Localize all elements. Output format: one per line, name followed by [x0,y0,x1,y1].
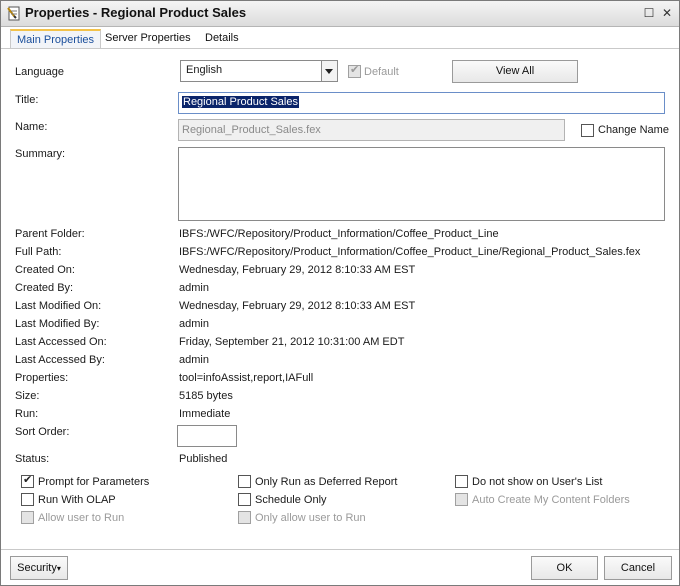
parent-folder-value: IBFS:/WFC/Repository/Product_Information… [179,228,499,240]
title-input[interactable]: Regional Product Sales [178,92,665,114]
auto-create-folders-label: Auto Create My Content Folders [472,494,630,506]
title-label: Title: [15,94,39,106]
footer-divider [1,549,679,550]
run-with-olap-label: Run With OLAP [38,494,116,506]
tab-details[interactable]: Details [199,29,245,47]
do-not-show-label: Do not show on User's List [472,476,603,488]
properties-value: tool=infoAssist,report,IAFull [179,372,314,384]
size-value: 5185 bytes [179,390,233,402]
dialog-title: Properties - Regional Product Sales [25,5,247,20]
status-label: Status: [15,453,50,465]
cancel-button[interactable]: Cancel [604,556,672,580]
created-on-value: Wednesday, February 29, 2012 8:10:33 AM … [179,264,416,276]
ok-button[interactable]: OK [531,556,598,580]
run-label: Run: [15,408,39,420]
name-input: Regional_Product_Sales.fex [178,119,565,141]
schedule-only-label: Schedule Only [255,494,327,506]
last-accessed-on-label: Last Accessed On: [15,336,107,348]
only-allow-user-to-run-label: Only allow user to Run [255,512,366,524]
default-checkbox: ✔ [348,64,361,78]
last-modified-on-label: Last Modified On: [15,300,102,312]
security-button-label: Security [17,562,57,574]
only-allow-user-to-run-checkbox [238,511,251,524]
sort-order-label: Sort Order: [15,426,70,438]
auto-create-folders-checkbox [455,493,468,506]
change-name-label: Change Name [598,124,669,136]
prompt-for-parameters-label: Prompt for Parameters [38,476,150,488]
size-label: Size: [15,390,40,402]
name-label: Name: [15,121,48,133]
summary-textarea[interactable] [178,147,665,221]
title-value: Regional Product Sales [182,96,299,108]
properties-dialog: Properties - Regional Product Sales ☐ ✕ … [0,0,680,586]
only-run-deferred-checkbox[interactable] [238,475,251,488]
created-by-value: admin [179,282,209,294]
prompt-for-parameters-checkbox[interactable]: ✔ [21,474,34,488]
sort-order-input[interactable] [177,425,237,447]
only-run-deferred-label: Only Run as Deferred Report [255,476,398,488]
change-name-checkbox[interactable] [581,124,594,137]
run-value: Immediate [179,408,231,420]
properties-label: Properties: [15,372,69,384]
language-label: Language [15,66,64,78]
full-path-label: Full Path: [15,246,62,258]
created-by-label: Created By: [15,282,74,294]
close-icon[interactable]: ✕ [661,7,673,19]
parent-folder-label: Parent Folder: [15,228,85,240]
properties-icon [7,6,20,21]
allow-user-to-run-label: Allow user to Run [38,512,125,524]
do-not-show-checkbox[interactable] [455,475,468,488]
language-select[interactable]: English [180,60,338,82]
security-button[interactable]: Security▾ [10,556,68,580]
last-accessed-by-value: admin [179,354,209,366]
title-bar[interactable]: Properties - Regional Product Sales ☐ ✕ [1,1,679,27]
run-with-olap-checkbox[interactable] [21,493,34,506]
view-all-button[interactable]: View All [452,60,578,83]
last-modified-by-value: admin [179,318,209,330]
chevron-down-icon[interactable] [321,61,337,81]
full-path-value: IBFS:/WFC/Repository/Product_Information… [179,246,641,258]
status-value: Published [179,453,228,465]
language-value: English [186,64,223,76]
last-accessed-by-label: Last Accessed By: [15,354,105,366]
name-value: Regional_Product_Sales.fex [182,124,321,136]
last-modified-by-label: Last Modified By: [15,318,100,330]
last-accessed-on-value: Friday, September 21, 2012 10:31:00 AM E… [179,336,405,348]
tab-strip: Main Properties Server Properties Detail… [1,27,679,49]
default-label: Default [364,66,399,78]
caret-down-icon: ▾ [56,564,61,573]
summary-label: Summary: [15,148,66,160]
allow-user-to-run-checkbox [21,511,34,524]
schedule-only-checkbox[interactable] [238,493,251,506]
tab-main-properties[interactable]: Main Properties [10,29,102,49]
tab-server-properties[interactable]: Server Properties [99,29,197,47]
last-modified-on-value: Wednesday, February 29, 2012 8:10:33 AM … [179,300,416,312]
tab-divider [1,48,679,49]
maximize-icon[interactable]: ☐ [643,7,655,19]
created-on-label: Created On: [15,264,75,276]
